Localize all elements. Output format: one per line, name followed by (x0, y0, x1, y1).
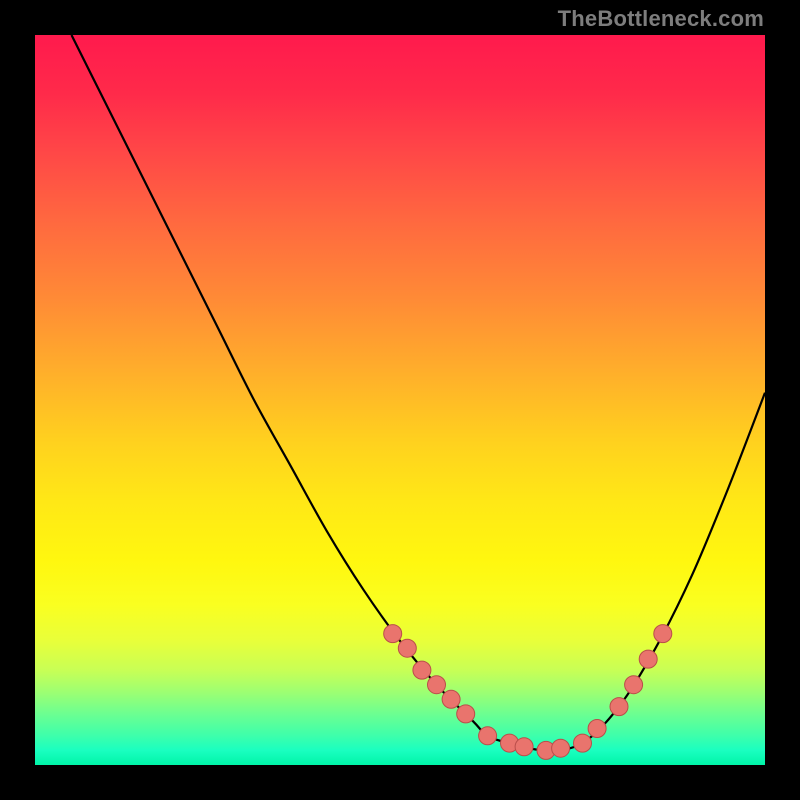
watermark: TheBottleneck.com (558, 6, 764, 32)
tolerance-dot (442, 690, 460, 708)
chart-frame: TheBottleneck.com (0, 0, 800, 800)
tolerance-dot (515, 738, 533, 756)
bottleneck-curve (35, 35, 765, 765)
tolerance-dot (654, 625, 672, 643)
tolerance-dot (552, 739, 570, 757)
tolerance-dot (625, 676, 643, 694)
tolerance-dot (479, 727, 497, 745)
tolerance-dot (588, 720, 606, 738)
tolerance-dot (384, 625, 402, 643)
tolerance-dot (398, 639, 416, 657)
tolerance-dot (639, 650, 657, 668)
tolerance-dot (457, 705, 475, 723)
tolerance-dot (428, 676, 446, 694)
plot-area (35, 35, 765, 765)
tolerance-dot (413, 661, 431, 679)
curve-line (72, 35, 766, 750)
tolerance-dot (610, 698, 628, 716)
tolerance-dot (574, 734, 592, 752)
